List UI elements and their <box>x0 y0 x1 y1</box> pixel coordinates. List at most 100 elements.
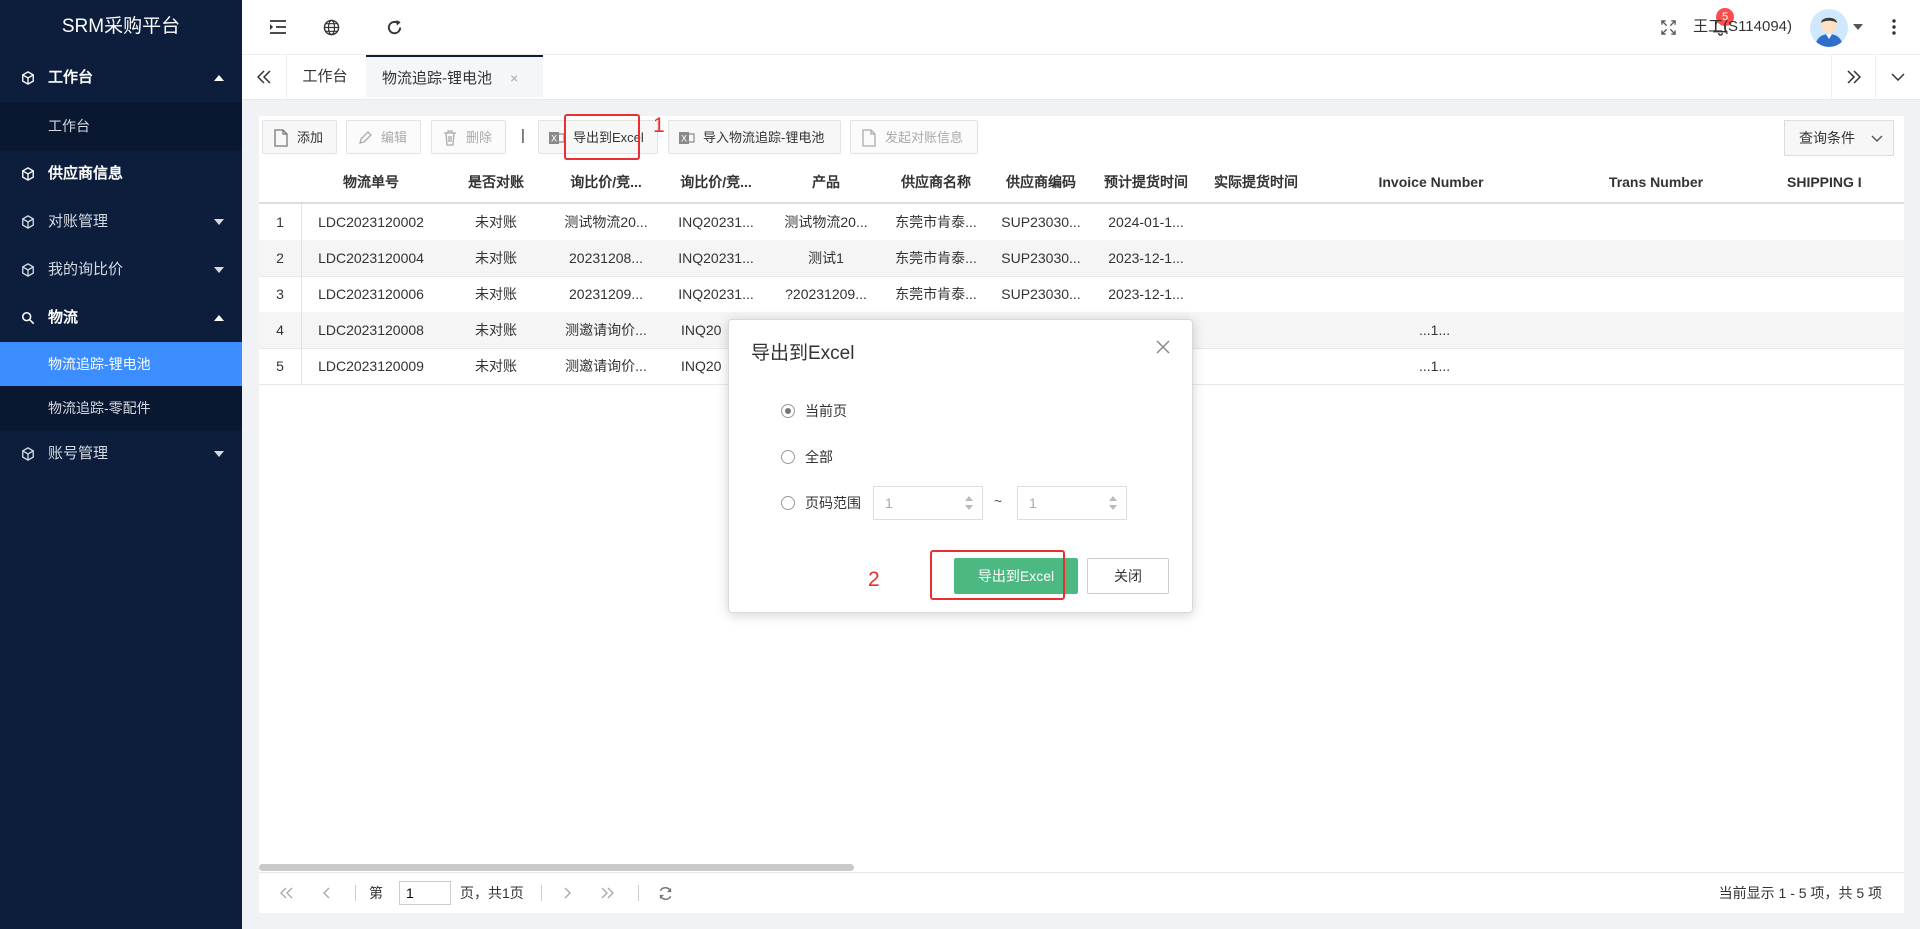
column-header[interactable]: 产品 <box>771 162 881 202</box>
table-row[interactable]: 1 LDC2023120002 未对账 测试物流20... INQ20231..… <box>259 204 1904 241</box>
query-conditions-button[interactable]: 查询条件 <box>1784 120 1894 156</box>
menu-label: 物流 <box>48 309 79 326</box>
next-page-icon[interactable] <box>553 873 581 913</box>
user-dropdown-icon[interactable] <box>1850 0 1866 54</box>
avatar[interactable] <box>1810 9 1848 47</box>
cell: 未对账 <box>475 286 517 302</box>
pager-summary: 当前显示 1 - 5 项，共 5 项 <box>1718 885 1882 901</box>
range-from-input[interactable]: 1 <box>873 486 983 520</box>
cell: INQ20231... <box>678 286 754 302</box>
user-name[interactable]: 王工(S114094) <box>1693 0 1792 54</box>
table-row[interactable]: 3 LDC2023120006 未对账 20231209... INQ20231… <box>259 276 1904 313</box>
tabs-scroll-right-icon[interactable] <box>1831 55 1876 99</box>
tab-workbench[interactable]: 工作台 <box>286 55 364 99</box>
svg-text:X: X <box>681 135 687 145</box>
page-number-input[interactable] <box>399 881 451 905</box>
dialog-title: 导出到Excel <box>751 343 855 364</box>
column-header[interactable]: Invoice Number <box>1311 162 1551 202</box>
column-header[interactable]: SHIPPING I <box>1761 162 1904 202</box>
range-from-value: 1 <box>885 495 893 511</box>
menu-workbench[interactable]: 工作台 <box>0 54 242 102</box>
radio-button[interactable] <box>781 450 795 464</box>
cube-icon <box>20 54 36 102</box>
range-to-input[interactable]: 1 <box>1017 486 1127 520</box>
tab-logistics-battery[interactable]: 物流追踪-锂电池 × <box>366 55 543 97</box>
pager-divider <box>541 885 542 901</box>
import-label: 导入物流追踪-锂电池 <box>703 130 825 145</box>
table-header: 物流单号 是否对账 询比价/竞... 询比价/竞... 产品 供应商名称 供应商… <box>259 162 1904 204</box>
cell: 未对账 <box>475 214 517 230</box>
spinner-icon[interactable] <box>1108 493 1118 513</box>
last-page-icon[interactable] <box>593 873 621 913</box>
menu-supplier-info[interactable]: 供应商信息 <box>0 150 242 198</box>
search-icon <box>20 294 36 342</box>
sidebar-item-logistics-battery[interactable]: 物流追踪-锂电池 <box>0 342 242 386</box>
caret-up-icon <box>214 54 224 102</box>
tab-label: 工作台 <box>302 68 348 85</box>
excel-icon: X <box>679 132 695 145</box>
table-row[interactable]: 2 LDC2023120004 未对账 20231208... INQ20231… <box>259 240 1904 277</box>
cell: INQ20231... <box>678 250 754 266</box>
delete-button[interactable]: 删除 <box>431 120 506 154</box>
radio-button[interactable] <box>781 404 795 418</box>
edit-button[interactable]: 编辑 <box>346 120 421 154</box>
range-to-value: 1 <box>1029 495 1037 511</box>
column-header[interactable]: 询比价/竞... <box>661 162 771 202</box>
menu-label: 工作台 <box>48 69 94 86</box>
close-button[interactable]: 关闭 <box>1087 558 1169 594</box>
add-button[interactable]: 添加 <box>262 120 337 154</box>
menu-account[interactable]: 账号管理 <box>0 430 242 478</box>
sidebar-item-workbench[interactable]: 工作台 <box>0 102 242 150</box>
column-header[interactable]: 实际提货时间 <box>1201 162 1311 202</box>
tabs-scroll-left-icon[interactable] <box>242 55 287 99</box>
row-number: 3 <box>259 276 302 312</box>
cell: 测邀请询价... <box>565 358 647 374</box>
refresh-icon[interactable] <box>651 873 679 913</box>
reconcile-button[interactable]: 发起对账信息 <box>850 120 978 154</box>
cell: INQ20231... <box>678 214 754 230</box>
radio-current-page[interactable]: 当前页 <box>781 399 847 423</box>
refresh-icon[interactable] <box>372 0 416 54</box>
pager-divider <box>355 885 356 901</box>
sidebar-item-logistics-parts[interactable]: 物流追踪-零配件 <box>0 386 242 430</box>
column-header[interactable]: 物流单号 <box>301 162 441 202</box>
import-button[interactable]: X 导入物流追踪-锂电池 <box>668 120 841 154</box>
spinner-icon[interactable] <box>964 493 974 513</box>
callout-box-1 <box>564 114 640 160</box>
cell: LDC2023120009 <box>318 358 424 374</box>
caret-down-icon <box>214 246 224 294</box>
menu-label: 对账管理 <box>48 213 109 230</box>
file-icon <box>274 129 288 147</box>
menu-logistics[interactable]: 物流 <box>0 294 242 342</box>
close-icon[interactable]: × <box>510 70 518 86</box>
cell: 测邀请询价... <box>565 322 647 338</box>
first-page-icon[interactable] <box>273 873 301 913</box>
more-vertical-icon[interactable] <box>1882 0 1906 54</box>
radio-button[interactable] <box>781 496 795 510</box>
prev-page-icon[interactable] <box>313 873 341 913</box>
column-header[interactable]: 供应商名称 <box>881 162 991 202</box>
menu-reconciliation[interactable]: 对账管理 <box>0 198 242 246</box>
fullscreen-icon[interactable] <box>1648 0 1688 54</box>
column-header[interactable]: 是否对账 <box>441 162 551 202</box>
chevron-down-icon <box>1871 121 1883 155</box>
trash-icon <box>444 130 456 146</box>
row-number: 1 <box>259 204 302 240</box>
radio-page-range[interactable]: 页码范围 <box>781 491 861 515</box>
menu-my-inquiry[interactable]: 我的询比价 <box>0 246 242 294</box>
row-number: 2 <box>259 240 302 276</box>
column-header[interactable]: 预计提货时间 <box>1091 162 1201 202</box>
cell: 20231209... <box>569 286 643 302</box>
menu-collapse-icon[interactable] <box>256 0 300 54</box>
horizontal-scrollbar[interactable] <box>259 864 854 871</box>
column-header[interactable]: Trans Number <box>1551 162 1761 202</box>
radio-all[interactable]: 全部 <box>781 445 833 469</box>
svg-text:X: X <box>551 135 557 145</box>
globe-icon[interactable] <box>309 0 353 54</box>
close-icon[interactable] <box>1152 336 1174 358</box>
column-header[interactable]: 询比价/竞... <box>551 162 661 202</box>
cell: LDC2023120002 <box>318 214 424 230</box>
column-header[interactable]: 供应商编码 <box>991 162 1091 202</box>
tabs-menu-chevron-down-icon[interactable] <box>1875 55 1920 99</box>
menu-label: 账号管理 <box>48 445 109 462</box>
